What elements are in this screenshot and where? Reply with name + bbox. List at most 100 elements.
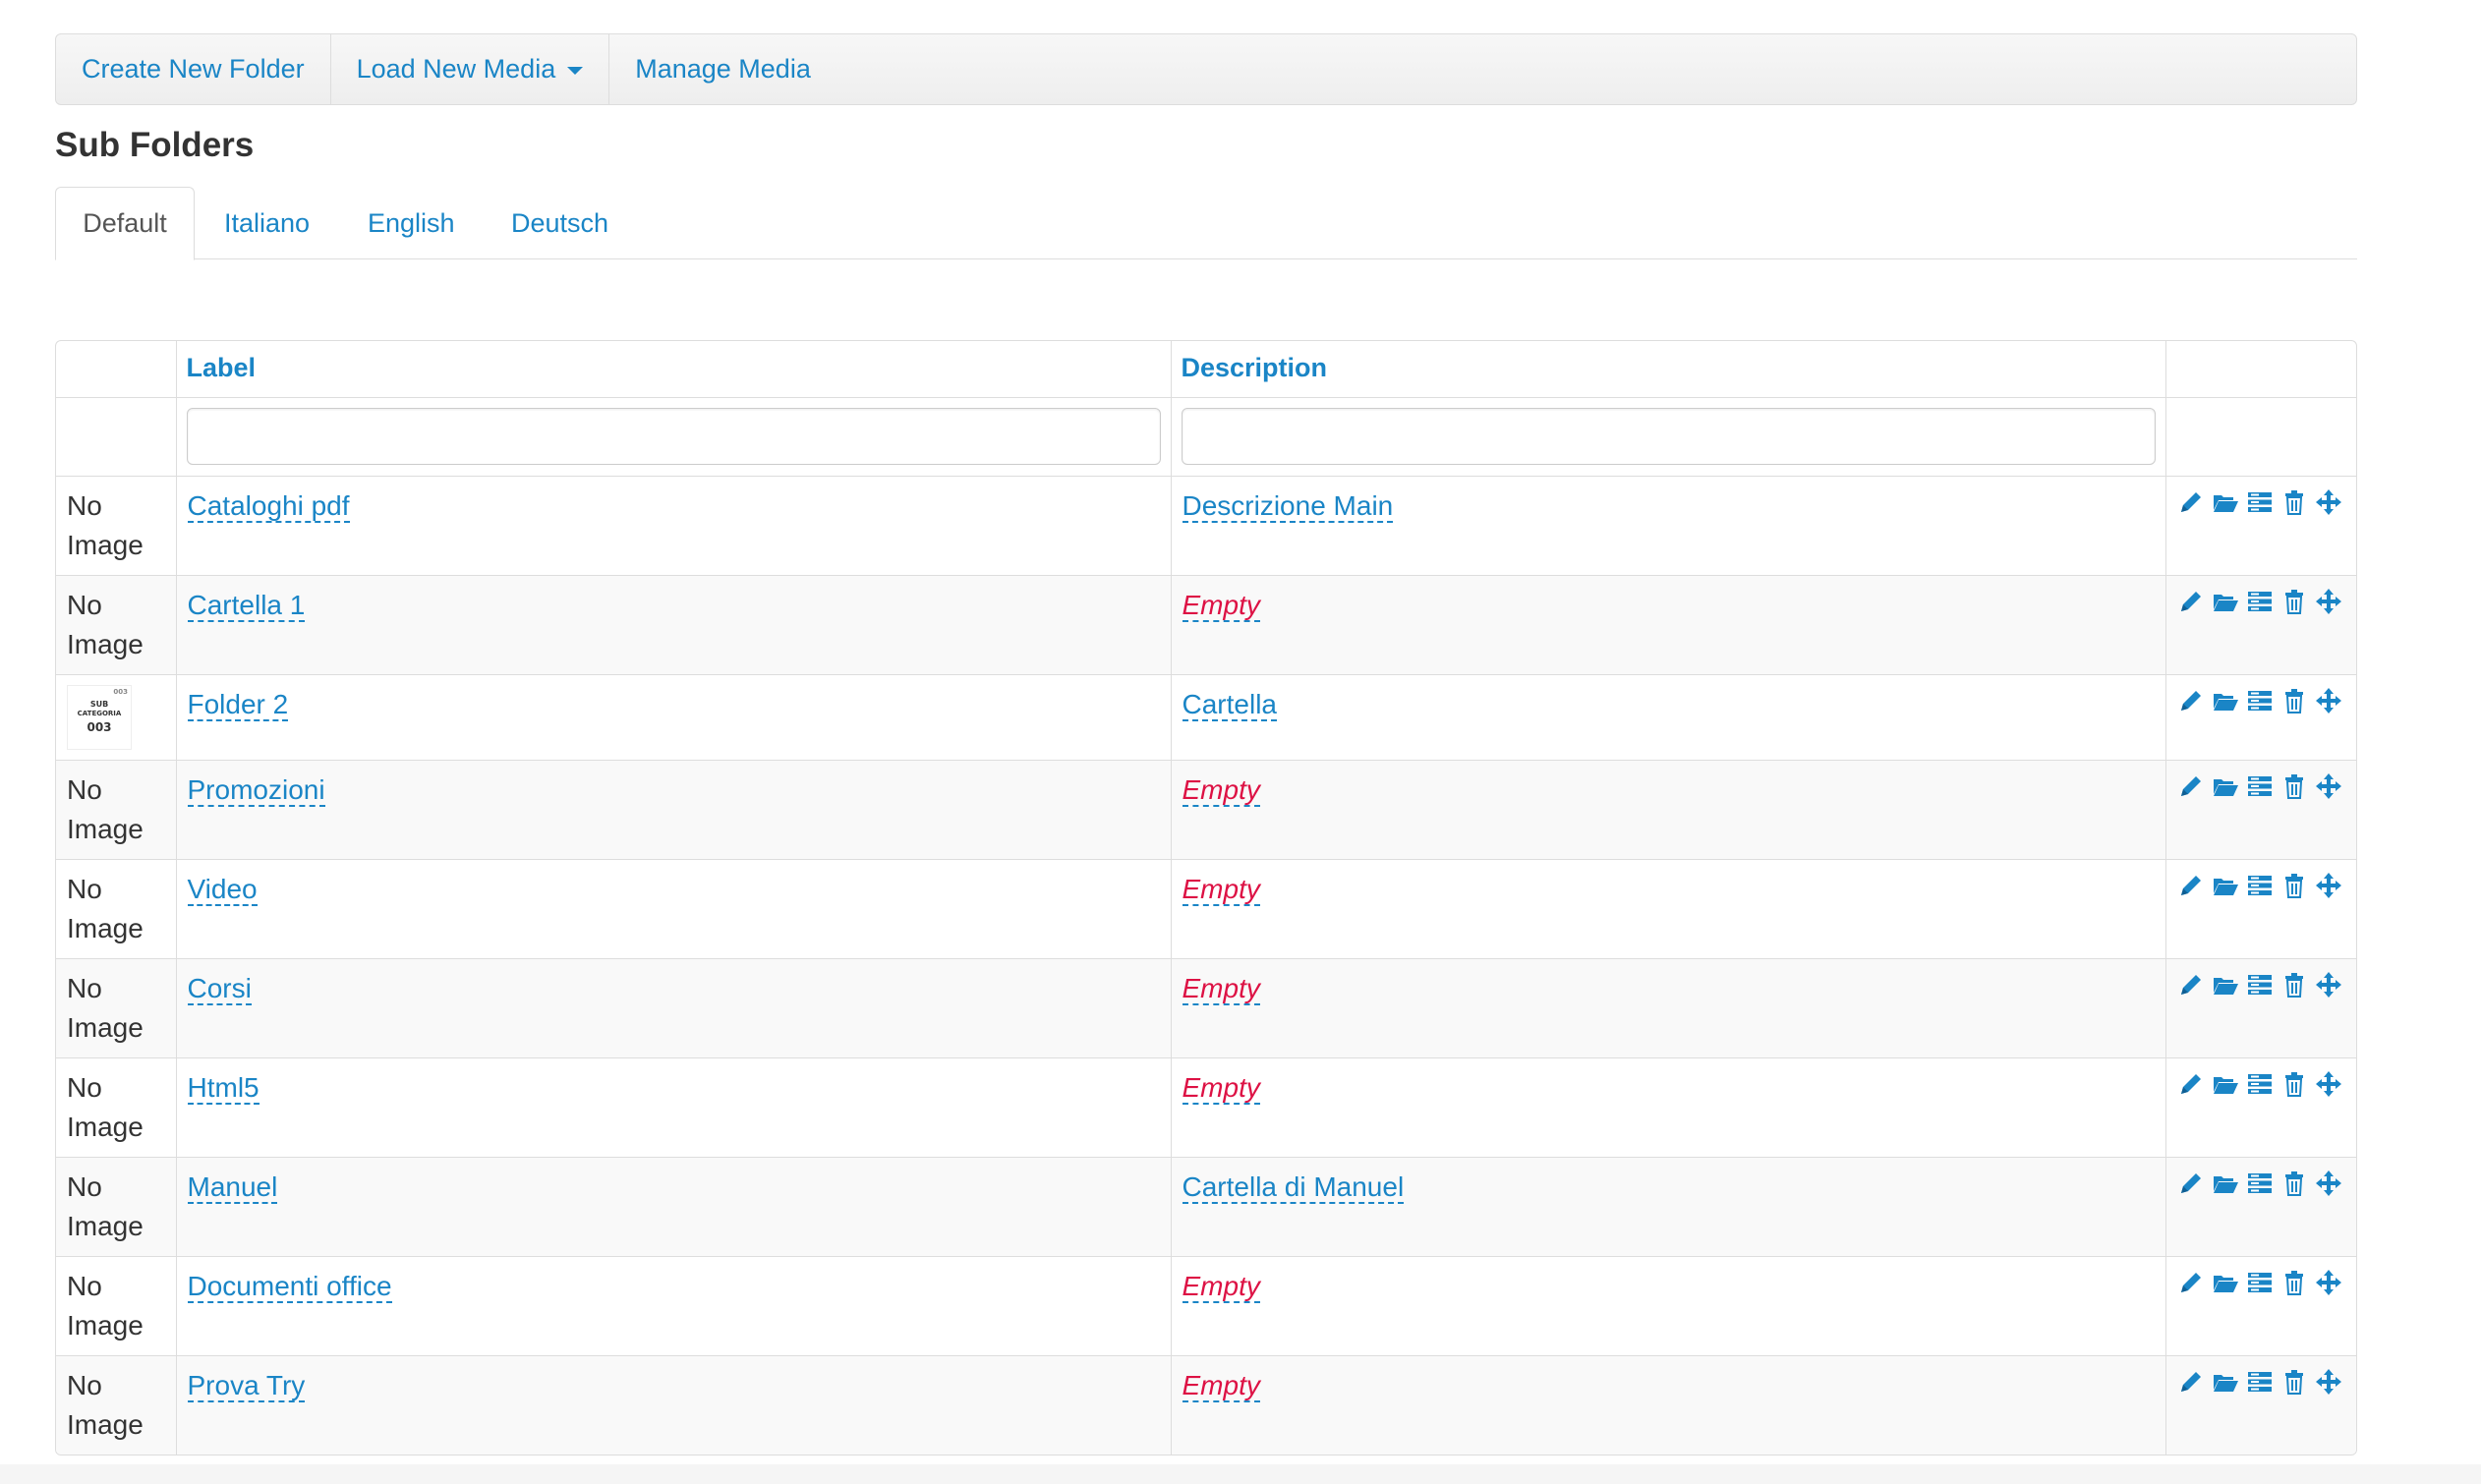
- table-row: No Image Cartella 1 Empty: [56, 574, 2356, 675]
- pencil-icon[interactable]: [2177, 1368, 2205, 1396]
- move-icon[interactable]: [2315, 1368, 2342, 1396]
- header-label[interactable]: Label: [175, 341, 1172, 398]
- move-icon[interactable]: [2315, 971, 2342, 999]
- list-icon[interactable]: [2246, 1170, 2274, 1197]
- move-icon[interactable]: [2315, 1269, 2342, 1296]
- pencil-icon[interactable]: [2177, 1170, 2205, 1197]
- folder-open-icon[interactable]: [2212, 687, 2239, 714]
- no-image-line1: No: [67, 873, 102, 904]
- list-icon[interactable]: [2246, 1269, 2274, 1296]
- folder-open-icon[interactable]: [2212, 1070, 2239, 1098]
- list-icon[interactable]: [2246, 1368, 2274, 1396]
- header-description-text: Description: [1181, 353, 1328, 382]
- folder-description-editable[interactable]: Empty: [1182, 773, 1260, 807]
- list-icon[interactable]: [2246, 872, 2274, 899]
- folder-description-editable[interactable]: Cartella: [1182, 688, 1277, 721]
- table-row: No Image Promozioni Empty: [56, 759, 2356, 860]
- header-description[interactable]: Description: [1170, 341, 2166, 398]
- trash-icon[interactable]: [2280, 588, 2308, 615]
- folder-label-editable[interactable]: Prova Try: [187, 1369, 306, 1402]
- load-media-dropdown[interactable]: Load New Media: [331, 34, 610, 104]
- folder-label-editable[interactable]: Cataloghi pdf: [187, 489, 350, 523]
- pencil-icon[interactable]: [2177, 687, 2205, 714]
- folder-thumbnail[interactable]: 003 SUB CATEGORIA 003: [67, 684, 132, 750]
- folder-open-icon[interactable]: [2212, 872, 2239, 899]
- description-cell: Empty: [1170, 1255, 2166, 1356]
- folder-description-editable[interactable]: Descrizione Main: [1182, 489, 1394, 523]
- move-icon[interactable]: [2315, 772, 2342, 800]
- folder-open-icon[interactable]: [2212, 1368, 2239, 1396]
- header-image: [56, 341, 177, 398]
- label-cell: Folder 2: [175, 673, 1172, 761]
- pencil-icon[interactable]: [2177, 488, 2205, 516]
- list-icon[interactable]: [2246, 971, 2274, 999]
- trash-icon[interactable]: [2280, 1070, 2308, 1098]
- folder-open-icon[interactable]: [2212, 488, 2239, 516]
- pencil-icon[interactable]: [2177, 772, 2205, 800]
- list-icon[interactable]: [2246, 588, 2274, 615]
- list-icon[interactable]: [2246, 1070, 2274, 1098]
- folder-description-editable[interactable]: Empty: [1182, 1071, 1260, 1105]
- manage-media-button[interactable]: Manage Media: [609, 34, 837, 104]
- move-icon[interactable]: [2315, 588, 2342, 615]
- folder-label-editable[interactable]: Video: [187, 873, 258, 906]
- tab-deutsch[interactable]: Deutsch: [511, 187, 608, 259]
- list-icon[interactable]: [2246, 772, 2274, 800]
- label-cell: Promozioni: [175, 759, 1172, 860]
- trash-icon[interactable]: [2280, 687, 2308, 714]
- list-icon[interactable]: [2246, 687, 2274, 714]
- folder-label-editable[interactable]: Corsi: [187, 972, 252, 1005]
- folder-open-icon[interactable]: [2212, 772, 2239, 800]
- description-filter-input[interactable]: [1181, 407, 2156, 465]
- folder-description-editable[interactable]: Empty: [1182, 972, 1260, 1005]
- pencil-icon[interactable]: [2177, 1269, 2205, 1296]
- folder-label-editable[interactable]: Cartella 1: [187, 589, 306, 622]
- trash-icon[interactable]: [2280, 1170, 2308, 1197]
- pencil-icon[interactable]: [2177, 971, 2205, 999]
- pencil-icon[interactable]: [2177, 1070, 2205, 1098]
- tab-default[interactable]: Default: [55, 187, 195, 260]
- folder-open-icon[interactable]: [2212, 588, 2239, 615]
- thumbnail-corner-text: 003: [113, 687, 128, 696]
- folder-label-editable[interactable]: Manuel: [187, 1170, 278, 1204]
- image-cell: No Image: [56, 1156, 177, 1257]
- no-image-line1: No: [67, 1369, 102, 1400]
- move-icon[interactable]: [2315, 687, 2342, 714]
- trash-icon[interactable]: [2280, 772, 2308, 800]
- trash-icon[interactable]: [2280, 1368, 2308, 1396]
- actions-cell: [2164, 1255, 2356, 1356]
- move-icon[interactable]: [2315, 872, 2342, 899]
- no-image-text: No Image: [67, 1171, 144, 1241]
- folder-description-editable[interactable]: Empty: [1182, 873, 1260, 906]
- description-cell: Descrizione Main: [1170, 475, 2166, 576]
- tab-italiano[interactable]: Italiano: [224, 187, 310, 259]
- move-icon[interactable]: [2315, 1170, 2342, 1197]
- create-folder-button[interactable]: Create New Folder: [56, 34, 331, 104]
- trash-icon[interactable]: [2280, 971, 2308, 999]
- move-icon[interactable]: [2315, 488, 2342, 516]
- folder-description-editable[interactable]: Empty: [1182, 1369, 1260, 1402]
- folder-label-editable[interactable]: Promozioni: [187, 773, 325, 807]
- no-image-text: No Image: [67, 490, 144, 560]
- folder-open-icon[interactable]: [2212, 971, 2239, 999]
- no-image-line2: Image: [67, 1011, 144, 1043]
- folder-label-editable[interactable]: Html5: [187, 1071, 260, 1105]
- folder-open-icon[interactable]: [2212, 1269, 2239, 1296]
- tab-english[interactable]: English: [368, 187, 455, 259]
- pencil-icon[interactable]: [2177, 872, 2205, 899]
- folder-description-editable[interactable]: Empty: [1182, 1270, 1260, 1303]
- trash-icon[interactable]: [2280, 872, 2308, 899]
- folder-description-editable[interactable]: Cartella di Manuel: [1182, 1170, 1405, 1204]
- move-icon[interactable]: [2315, 1070, 2342, 1098]
- row-actions: [2177, 1366, 2346, 1396]
- folder-description-editable[interactable]: Empty: [1182, 589, 1260, 622]
- trash-icon[interactable]: [2280, 488, 2308, 516]
- table-row: No Image Cataloghi pdf Descrizione Main: [56, 475, 2356, 576]
- folder-label-editable[interactable]: Folder 2: [187, 688, 289, 721]
- pencil-icon[interactable]: [2177, 588, 2205, 615]
- folder-open-icon[interactable]: [2212, 1170, 2239, 1197]
- label-filter-input[interactable]: [186, 407, 1161, 465]
- list-icon[interactable]: [2246, 488, 2274, 516]
- folder-label-editable[interactable]: Documenti office: [187, 1270, 392, 1303]
- trash-icon[interactable]: [2280, 1269, 2308, 1296]
